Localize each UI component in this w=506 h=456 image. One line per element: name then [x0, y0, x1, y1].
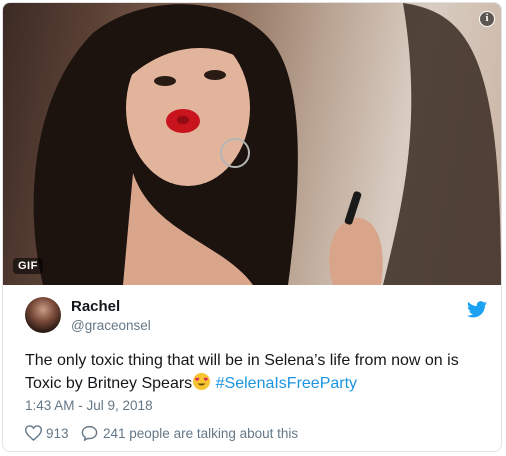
like-count: 913 [46, 425, 69, 441]
author-name[interactable]: Rachel [71, 298, 120, 315]
conversation-count: 241 people are talking about this [103, 425, 299, 441]
tweet-text: The only toxic thing that will be in Sel… [25, 349, 485, 395]
tweet-timestamp[interactable]: 1:43 AM - Jul 9, 2018 [25, 398, 153, 413]
hashtag-link[interactable]: #SelenaIsFreeParty [216, 375, 357, 392]
tweet-card: GIF i Rachel @graceonsel The only toxic … [2, 2, 502, 452]
heart-eyes-emoji [193, 373, 211, 390]
speech-bubble-icon [81, 425, 98, 441]
gif-frame-illustration [33, 3, 501, 285]
heart-icon [25, 425, 42, 441]
author-handle[interactable]: @graceonsel [71, 318, 151, 333]
avatar[interactable] [25, 297, 61, 333]
like-action[interactable]: 913 [25, 425, 69, 441]
conversation-action[interactable]: 241 people are talking about this [81, 425, 298, 441]
twitter-bird-icon[interactable] [467, 301, 487, 318]
info-icon[interactable]: i [479, 11, 495, 27]
gif-badge: GIF [13, 258, 43, 274]
tweet-text-part1: The only toxic thing that will be in Sel… [25, 352, 459, 369]
tweet-text-part2: Toxic by Britney Spears [25, 375, 193, 392]
gif-media[interactable]: GIF i [3, 3, 501, 285]
